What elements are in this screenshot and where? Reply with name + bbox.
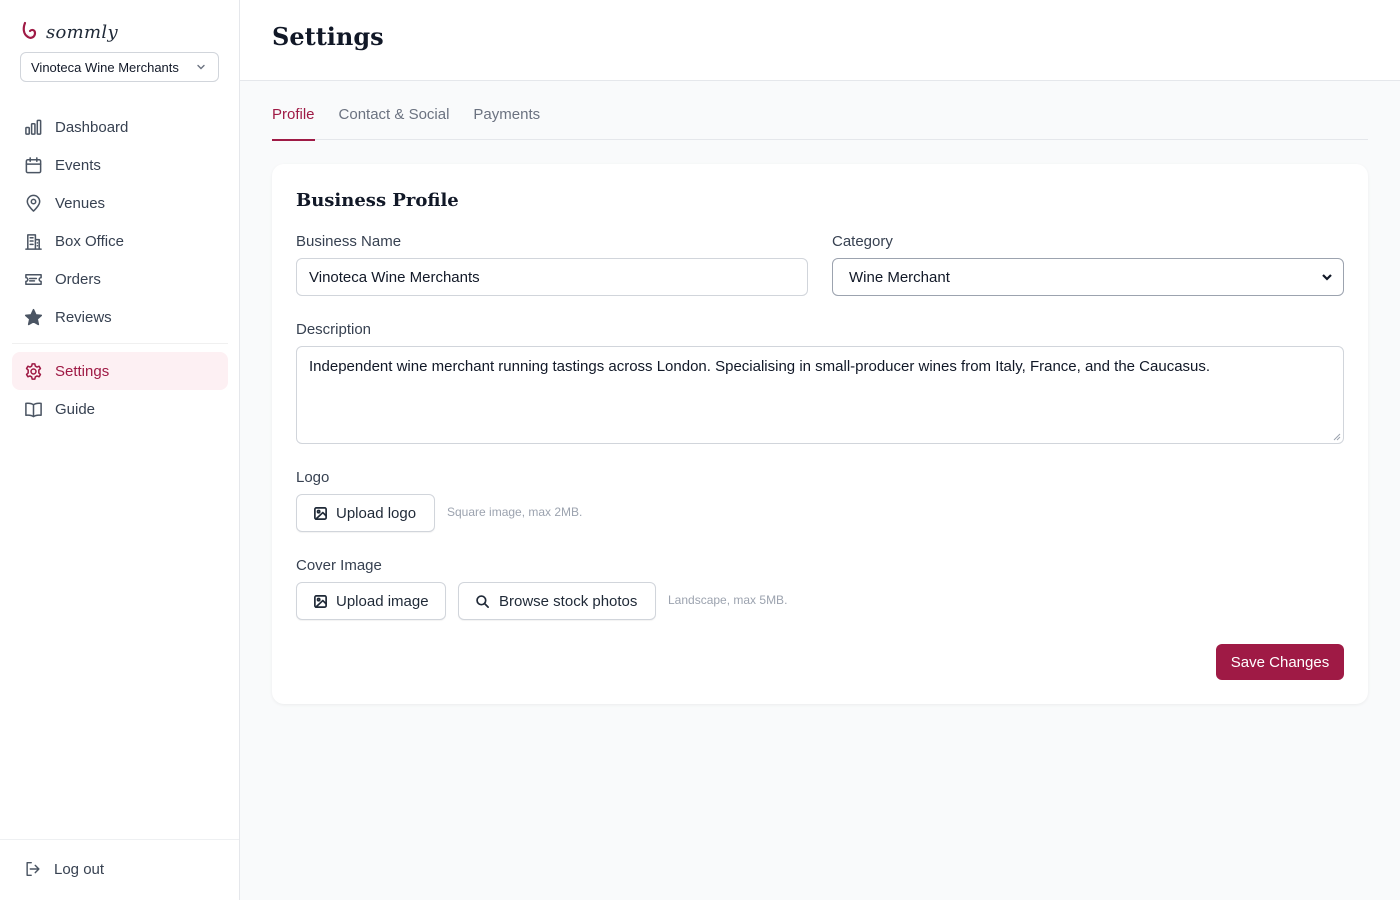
- sidebar-item-label: Guide: [55, 400, 96, 418]
- sidebar-item-label: Reviews: [55, 308, 112, 326]
- browse-stock-photos-button[interactable]: Browse stock photos: [458, 582, 656, 620]
- logout-button[interactable]: Log out: [24, 860, 104, 878]
- description-label: Description: [296, 321, 372, 338]
- book-open-icon: [25, 401, 42, 417]
- gear-icon: [25, 362, 42, 380]
- page-header: Settings: [240, 0, 1400, 81]
- tab-contact-social[interactable]: Contact & Social: [339, 100, 450, 140]
- ticket-icon: [25, 273, 42, 285]
- page-title: Settings: [272, 22, 384, 51]
- image-icon: [314, 594, 327, 608]
- building-icon: [25, 233, 42, 250]
- sidebar-item-orders[interactable]: Orders: [12, 260, 228, 298]
- nav-divider: [12, 343, 228, 344]
- description-textarea[interactable]: Independent wine merchant running tastin…: [296, 346, 1344, 444]
- tab-payments[interactable]: Payments: [473, 100, 540, 140]
- chevron-down-icon: [1322, 274, 1332, 281]
- category-label: Category: [832, 233, 893, 250]
- sidebar-item-label: Settings: [55, 362, 110, 380]
- logo-hint: Square image, max 2MB.: [447, 505, 583, 519]
- calendar-icon: [25, 156, 42, 173]
- organization-name: Vinoteca Wine Merchants: [31, 59, 179, 75]
- sidebar: sommly Vinoteca Wine Merchants Dashboard…: [0, 0, 240, 900]
- sidebar-item-guide[interactable]: Guide: [12, 390, 228, 428]
- business-name-label: Business Name: [296, 233, 402, 250]
- logout-icon: [26, 861, 40, 877]
- search-icon: [476, 594, 489, 608]
- app-logo[interactable]: sommly: [20, 18, 118, 46]
- sidebar-item-settings[interactable]: Settings: [12, 352, 228, 390]
- category-value: Wine Merchant: [849, 268, 950, 286]
- upload-logo-button[interactable]: Upload logo: [296, 494, 435, 532]
- sidebar-item-reviews[interactable]: Reviews: [12, 298, 228, 336]
- organization-select[interactable]: Vinoteca Wine Merchants: [20, 52, 219, 82]
- sidebar-item-events[interactable]: Events: [12, 146, 228, 184]
- sidebar-item-venues[interactable]: Venues: [12, 184, 228, 222]
- card-title: Business Profile: [296, 190, 459, 211]
- save-changes-button[interactable]: Save Changes: [1216, 644, 1344, 680]
- upload-logo-label: Upload logo: [336, 504, 417, 522]
- sidebar-item-box-office[interactable]: Box Office: [12, 222, 228, 260]
- sidebar-item-label: Orders: [55, 270, 101, 288]
- logo-label: Logo: [296, 469, 330, 486]
- upload-image-button[interactable]: Upload image: [296, 582, 446, 620]
- sidebar-item-label: Venues: [55, 194, 106, 212]
- browse-stock-label: Browse stock photos: [499, 592, 638, 610]
- business-profile-card: Business Profile Business Name Vinoteca …: [272, 164, 1368, 704]
- upload-image-label: Upload image: [336, 592, 429, 610]
- sidebar-footer: Log out: [0, 839, 239, 878]
- sidebar-item-label: Dashboard: [55, 118, 129, 136]
- sidebar-item-label: Box Office: [55, 232, 124, 250]
- logo-text: sommly: [46, 21, 118, 43]
- cover-image-label: Cover Image: [296, 557, 382, 574]
- description-value: Independent wine merchant running tastin…: [309, 358, 1211, 375]
- tab-profile[interactable]: Profile: [272, 100, 315, 141]
- resize-handle-icon[interactable]: [1333, 433, 1341, 441]
- business-name-value: Vinoteca Wine Merchants: [309, 268, 480, 286]
- category-select[interactable]: Wine Merchant: [832, 258, 1344, 296]
- chevron-down-icon: [197, 64, 205, 70]
- sidebar-item-label: Events: [55, 156, 101, 174]
- bar-chart-icon: [25, 119, 42, 135]
- wine-glass-logo-icon: [22, 21, 37, 39]
- image-icon: [314, 506, 327, 520]
- logout-label: Log out: [54, 860, 105, 878]
- business-name-input[interactable]: Vinoteca Wine Merchants: [296, 258, 808, 296]
- sidebar-nav: Dashboard Events Venues Box Office Order…: [12, 108, 228, 428]
- map-pin-icon: [26, 194, 41, 212]
- sidebar-item-dashboard[interactable]: Dashboard: [12, 108, 228, 146]
- cover-hint: Landscape, max 5MB.: [668, 593, 788, 607]
- settings-tabs: Profile Contact & Social Payments: [272, 100, 1368, 141]
- star-icon: [24, 308, 43, 325]
